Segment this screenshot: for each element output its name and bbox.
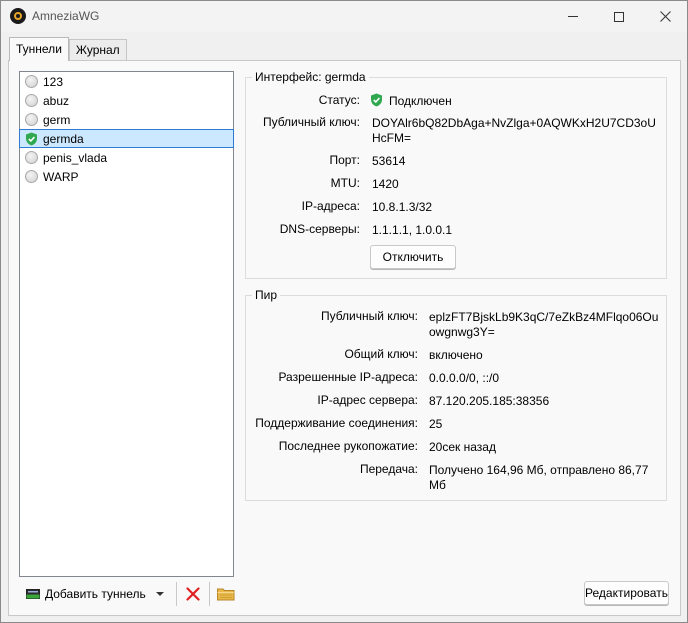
psk-label: Общий ключ: — [344, 347, 418, 361]
psk-value[interactable]: включено — [429, 348, 665, 363]
title-bar[interactable]: AmneziaWG — [1, 1, 687, 32]
tunnel-item-abuz[interactable]: abuz — [20, 91, 233, 110]
tunnels-panel: 123 abuz germ germda penis_vlada WARP Ин… — [8, 60, 681, 616]
mtu-value[interactable]: 1420 — [372, 177, 572, 192]
maximize-icon — [614, 11, 624, 22]
minimize-icon — [568, 16, 578, 17]
folder-icon — [216, 588, 235, 601]
tab-tunnels[interactable]: Туннели — [9, 37, 69, 61]
tunnel-name: germda — [43, 131, 84, 146]
mtu-label: MTU: — [330, 176, 360, 190]
app-window: AmneziaWG Туннели Журнал 123 abuz germ g… — [0, 0, 688, 623]
maximize-button[interactable] — [596, 1, 642, 32]
allowed-ips-label: Разрешенные IP-адреса: — [278, 370, 418, 384]
tunnel-name: WARP — [43, 169, 79, 184]
transfer-line2[interactable]: Мб — [429, 478, 665, 493]
ip-value[interactable]: 10.8.1.3/32 — [372, 200, 572, 215]
tunnel-name: germ — [43, 112, 71, 127]
endpoint-value[interactable]: 87.120.205.185:38356 — [429, 394, 665, 409]
endpoint-label: IP-адрес сервера: — [317, 393, 418, 407]
tab-log[interactable]: Журнал — [68, 39, 127, 61]
add-tunnel-icon — [26, 589, 40, 599]
port-label: Порт: — [329, 153, 360, 167]
ip-label: IP-адреса: — [301, 199, 360, 213]
shield-check-icon — [371, 93, 382, 107]
dns-label: DNS-серверы: — [279, 222, 360, 236]
tunnel-toolbar: Добавить туннель — [19, 580, 238, 608]
amneziawg-logo-icon — [10, 8, 26, 24]
keepalive-label: Поддерживание соединения: — [255, 416, 418, 430]
inactive-status-icon — [25, 75, 38, 88]
dns-value[interactable]: 1.1.1.1, 1.0.0.1 — [372, 223, 572, 238]
disconnect-button[interactable]: Отключить — [370, 245, 456, 269]
keepalive-value[interactable]: 25 — [429, 417, 665, 432]
tunnel-item-123[interactable]: 123 — [20, 72, 233, 91]
window-title: AmneziaWG — [32, 9, 100, 23]
interface-pubkey-line2[interactable]: HcFM= — [372, 131, 664, 146]
inactive-status-icon — [25, 113, 38, 126]
add-tunnel-label: Добавить туннель — [45, 587, 146, 601]
chevron-down-icon[interactable] — [152, 589, 168, 599]
status-value: Подключен — [389, 94, 452, 108]
interface-pubkey-label: Публичный ключ: — [262, 115, 360, 129]
tunnel-item-germda[interactable]: germda — [19, 129, 234, 148]
export-tunnels-button[interactable] — [214, 581, 238, 607]
tunnel-item-germ[interactable]: germ — [20, 110, 233, 129]
close-icon — [659, 11, 671, 22]
toolbar-separator — [208, 582, 210, 606]
port-value[interactable]: 53614 — [372, 154, 572, 169]
peer-title: Пир — [252, 288, 281, 302]
peer-pubkey-line2[interactable]: owgnwg3Y= — [429, 325, 665, 340]
delete-tunnel-button[interactable] — [181, 581, 205, 607]
tunnel-name: penis_vlada — [43, 150, 108, 165]
allowed-ips-value[interactable]: 0.0.0.0/0, ::/0 — [429, 371, 665, 386]
peer-group: Пир Публичный ключ: eplzFT7BjskLb9K3qC/7… — [245, 288, 667, 501]
status-label: Статус: — [318, 93, 360, 107]
delete-icon — [186, 587, 200, 601]
tunnel-item-warp[interactable]: WARP — [20, 167, 233, 186]
minimize-button[interactable] — [550, 1, 596, 32]
toolbar-separator — [175, 582, 177, 606]
tunnel-item-penis-vlada[interactable]: penis_vlada — [20, 148, 233, 167]
tab-bar: Туннели Журнал — [9, 37, 127, 61]
status-value-row: Подключен — [370, 93, 660, 109]
inactive-status-icon — [25, 94, 38, 107]
peer-pubkey-line1[interactable]: eplzFT7BjskLb9K3qC/7eZkBz4MFlqo06Ou — [429, 310, 665, 325]
interface-group: Интерфейс: germda Статус: Подключен Публ… — [245, 70, 667, 279]
tunnel-name: 123 — [43, 74, 64, 89]
shield-check-icon — [26, 132, 37, 145]
transfer-line1[interactable]: Получено 164,96 Мб, отправлено 86,77 — [429, 463, 665, 478]
peer-pubkey-label: Публичный ключ: — [320, 309, 418, 323]
close-button[interactable] — [642, 1, 688, 32]
add-tunnel-button[interactable]: Добавить туннель — [19, 581, 172, 607]
transfer-label: Передача: — [359, 462, 418, 476]
tunnel-name: abuz — [43, 93, 70, 108]
tunnel-list[interactable]: 123 abuz germ germda penis_vlada WARP — [19, 71, 234, 577]
inactive-status-icon — [25, 151, 38, 164]
handshake-value[interactable]: 20сек назад — [429, 440, 665, 455]
interface-title: Интерфейс: germda — [252, 70, 369, 84]
inactive-status-icon — [25, 170, 38, 183]
edit-button[interactable]: Редактировать — [584, 581, 669, 605]
handshake-label: Последнее рукопожатие: — [278, 439, 418, 453]
interface-pubkey-line1[interactable]: DOYAlr6bQ82DbAga+NvZlga+0AQWKxH2U7CD3oU — [372, 116, 664, 131]
